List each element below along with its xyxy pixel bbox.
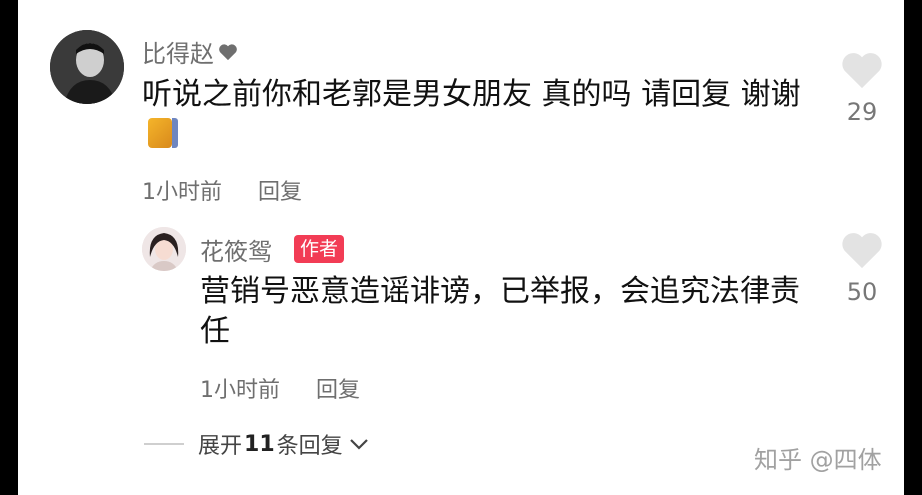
comments-panel: 比得赵 听说之前你和老郭是男女朋友 真的吗 请回复 谢谢 1小时前 回复 29 花… — [18, 0, 904, 495]
chevron-down-icon — [349, 432, 369, 457]
reply-like-button[interactable]: 50 — [834, 230, 890, 306]
expand-prefix: 展开 — [198, 434, 243, 459]
reply-reply-button[interactable]: 回复 — [316, 378, 360, 403]
divider-line — [144, 443, 184, 445]
reply-like-count: 50 — [846, 278, 878, 306]
comment-username-label: 比得赵 — [142, 40, 214, 68]
reply-username[interactable]: 花筱鸳 — [200, 232, 272, 267]
comment-text: 听说之前你和老郭是男女朋友 真的吗 请回复 谢谢 — [142, 75, 802, 155]
reply-time: 1小时前 — [200, 378, 280, 403]
comment-meta: 1小时前 回复 — [142, 174, 302, 206]
like-heart-icon — [842, 53, 882, 89]
author-badge: 作者 — [294, 235, 345, 263]
cat-emoji-icon — [148, 118, 178, 148]
reply-avatar[interactable] — [142, 227, 186, 271]
comment-like-button[interactable]: 29 — [834, 50, 890, 126]
comment-reply-button[interactable]: 回复 — [258, 180, 302, 205]
comment-time: 1小时前 — [142, 180, 222, 205]
comment-text-content: 听说之前你和老郭是男女朋友 真的吗 请回复 谢谢 — [142, 77, 801, 112]
avatar[interactable] — [50, 30, 124, 104]
expand-count: 11 — [244, 431, 275, 457]
expand-suffix: 条回复 — [276, 434, 343, 459]
comment-like-count: 29 — [846, 98, 878, 126]
reply-avatar-photo — [142, 227, 186, 271]
heart-icon — [218, 39, 238, 67]
reply-text: 营销号恶意造谣诽谤，已举报，会追究法律责任 — [200, 274, 800, 349]
reply-meta: 1小时前 回复 — [200, 372, 360, 404]
like-heart-icon — [842, 233, 882, 269]
comment-username[interactable]: 比得赵 — [142, 34, 238, 69]
avatar-photo — [50, 30, 124, 104]
watermark: 知乎 @四体 — [754, 446, 882, 474]
expand-replies-button[interactable]: 展开 11 条回复 — [144, 428, 369, 460]
screenshot-frame: 比得赵 听说之前你和老郭是男女朋友 真的吗 请回复 谢谢 1小时前 回复 29 花… — [0, 0, 922, 495]
